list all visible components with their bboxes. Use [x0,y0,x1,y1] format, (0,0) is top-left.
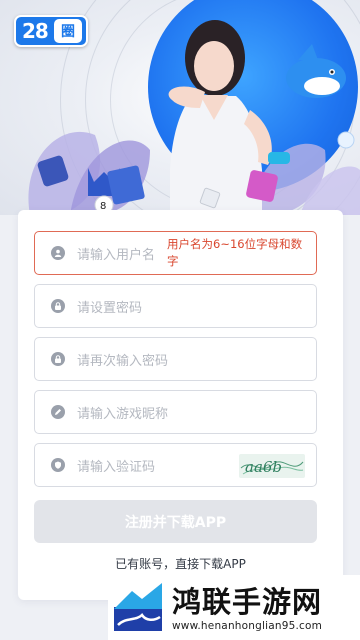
confirm-password-placeholder: 请再次输入密码 [77,353,169,369]
captcha-field[interactable]: 请输入验证码 aa6b [34,443,317,487]
pencil-icon [51,405,65,419]
lock-icon [51,299,65,313]
logo-badge: 圈 [54,19,82,43]
nickname-field[interactable]: 请输入游戏昵称 [34,390,317,434]
hero-banner: 8 28 圈 [0,0,360,215]
password-placeholder: 请设置密码 [77,300,143,316]
download-app-link[interactable]: 已有账号，直接下载APP [18,555,343,572]
password-field[interactable]: 请设置密码 [34,284,317,328]
captcha-image[interactable]: aa6b [239,454,305,478]
register-download-button[interactable]: 注册并下载APP [34,500,317,543]
register-form: 请输入用户名 用户名为6~16位字母和数字 请设置密码 请再次输入密码 请输入游… [18,210,343,600]
username-placeholder: 请输入用户名 [77,247,156,263]
watermark-url: www.henanhonglian95.com [172,620,323,632]
site-watermark: 鸿联手游网 www.henanhonglian95.com [108,575,360,640]
lock-icon [51,352,65,366]
user-icon [51,246,65,260]
confirm-password-field[interactable]: 请再次输入密码 [34,337,317,381]
captcha-placeholder: 请输入验证码 [77,459,156,475]
watermark-name: 鸿联手游网 [172,585,323,619]
username-error: 用户名为6~16位字母和数字 [167,237,303,268]
app-logo: 28 圈 [14,15,88,47]
nickname-placeholder: 请输入游戏昵称 [77,406,169,422]
bird-logo-icon [114,583,162,631]
logo-number: 28 [22,19,49,43]
shield-icon [51,458,65,472]
username-field[interactable]: 请输入用户名 用户名为6~16位字母和数字 [34,231,317,275]
captcha-text: aa6b [245,458,282,476]
